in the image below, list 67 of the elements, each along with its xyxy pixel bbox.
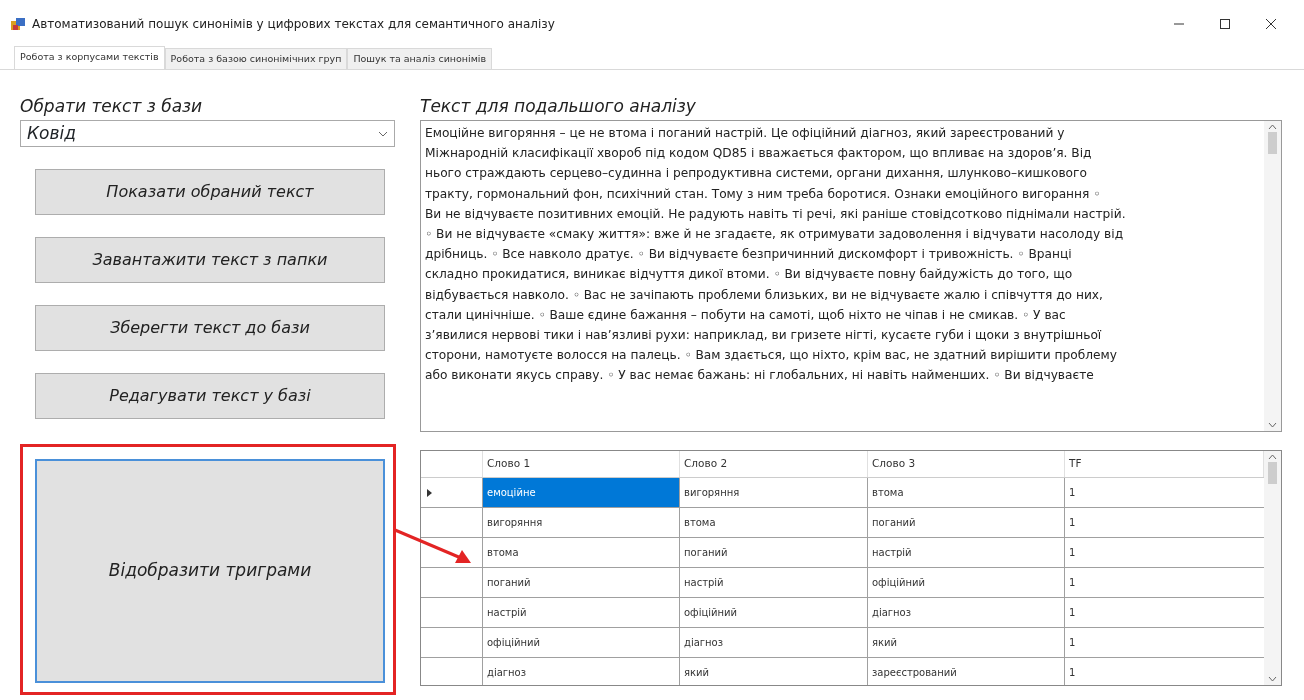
- text-line: нього страждають серцево–судинна і репродуктивна системи, органи дихання, шлунково–кишкового: [425, 165, 1088, 183]
- table-cell[interactable]: вигоряння: [483, 508, 680, 537]
- scroll-down-icon[interactable]: [1268, 422, 1277, 428]
- action-button[interactable]: Зберегти текст до бази: [35, 305, 385, 351]
- text-line: з’явилися нервові тики і нав’язливі рухи: наприклад, ви гризете нігті, кусаєте губи і щоки з внутрішньої: [425, 326, 1103, 344]
- action-button[interactable]: Показати обраний текст: [35, 169, 385, 215]
- tab[interactable]: Пошук та аналіз синонімів: [347, 47, 493, 69]
- table-cell[interactable]: діагноз: [868, 598, 1065, 627]
- tab[interactable]: Робота з базою синонімічних груп: [164, 47, 348, 69]
- text-line: ◦ Ви не відчуваєте «смаку життя»: вже й не згадаєте, як отримувати задоволення і відчувати насолоду від: [425, 225, 1125, 243]
- column-header[interactable]: Слово 3: [868, 451, 1065, 477]
- text-line: сторони, намотуєте волосся на палець. ◦ Вам здається, що ніхто, крім вас, не здатний вирішити проблему: [425, 347, 1118, 365]
- table-cell[interactable]: втома: [680, 508, 868, 537]
- table-cell[interactable]: вигоряння: [680, 478, 868, 507]
- maximize-icon: [1219, 18, 1231, 30]
- table-cell[interactable]: 1: [1065, 628, 1264, 657]
- table-cell[interactable]: емоційне: [483, 478, 680, 507]
- text-panel-label: Текст для подальшого аналізу: [420, 95, 697, 118]
- table-cell[interactable]: поганий: [483, 568, 680, 597]
- window-title: Автоматизований пошук синонімів у цифрових текстах для семантичного аналізу: [32, 16, 556, 33]
- chevron-down-icon: [378, 130, 388, 137]
- action-button[interactable]: Завантажити текст з папки: [35, 237, 385, 283]
- close-icon: [1265, 18, 1277, 30]
- scroll-down-icon[interactable]: [1268, 676, 1277, 682]
- table-cell[interactable]: діагноз: [680, 628, 868, 657]
- table-cell[interactable]: настрій: [483, 598, 680, 627]
- text-line: стали цинічніше. ◦ Ваше єдине бажання – побути на самоті, щоб ніхто не чіпав і не смикав. ◦ У вас: [425, 306, 1067, 324]
- table-cell[interactable]: поганий: [868, 508, 1065, 537]
- text-line: Міжнародній класифікації хвороб під кодом QD85 і вважається фактором, що впливає на здоров’я. Від: [425, 145, 1093, 163]
- field-label: Обрати текст з бази: [20, 95, 204, 118]
- table-cell[interactable]: зареєстрований: [868, 658, 1065, 685]
- table-cell[interactable]: який: [680, 658, 868, 685]
- table-cell[interactable]: втома: [868, 478, 1065, 507]
- table-cell[interactable]: 1: [1065, 538, 1264, 567]
- table-cell[interactable]: 1: [1065, 598, 1264, 627]
- scrollbar-thumb[interactable]: [1268, 462, 1277, 484]
- table-cell[interactable]: 1: [1065, 658, 1264, 685]
- text-dropdown[interactable]: Ковід: [20, 120, 395, 147]
- column-header[interactable]: Слово 1: [483, 451, 680, 477]
- table-cell[interactable]: офіційний: [680, 598, 868, 627]
- table-cell[interactable]: настрій: [680, 568, 868, 597]
- action-button[interactable]: Редагувати текст у базі: [35, 373, 385, 419]
- table-cell[interactable]: втома: [483, 538, 680, 567]
- text-line: тракту, гормональний фон, психічний стан. Тому з ним треба боротися. Ознаки емоційного вигорання ◦: [425, 185, 1102, 203]
- text-line: відбувається навколо. ◦ Вас не зачіпають проблеми близьких, ви не відчуваєте жалю і співчуття до них,: [425, 286, 1104, 304]
- tab[interactable]: Робота з корпусами текстів: [14, 45, 165, 69]
- table-cell[interactable]: офіційний: [483, 628, 680, 657]
- table-cell[interactable]: 1: [1065, 478, 1264, 507]
- scrollbar-thumb[interactable]: [1268, 132, 1277, 154]
- table-cell[interactable]: який: [868, 628, 1065, 657]
- text-line: Ви не відчуваєте позитивних емоцій. Не радують навіть ті речі, які раніше стовідсотково піднімали настрій.: [425, 205, 1127, 223]
- text-area[interactable]: [420, 120, 1282, 432]
- scroll-up-icon[interactable]: [1268, 454, 1277, 460]
- table-cell[interactable]: поганий: [680, 538, 868, 567]
- column-header[interactable]: Слово 2: [680, 451, 868, 477]
- table-cell[interactable]: настрій: [868, 538, 1065, 567]
- table-cell[interactable]: офіційний: [868, 568, 1065, 597]
- table-cell[interactable]: 1: [1065, 508, 1264, 537]
- text-line: складно прокидатися, виникає відчуття дикої втоми. ◦ Ви відчуваєте повну байдужість до того, що: [425, 266, 1074, 284]
- table-cell[interactable]: діагноз: [483, 658, 680, 685]
- show-trigrams-button[interactable]: Відобразити триграми: [35, 459, 385, 683]
- text-line: дрібниць. ◦ Все навколо дратує. ◦ Ви відчуваєте безпричинний дискомфорт і тривожність. ◦ Вранці: [425, 246, 1073, 264]
- scroll-up-icon[interactable]: [1268, 124, 1277, 130]
- text-line: Емоційне вигоряння – це не втома і поганий настрій. Це офіційний діагноз, який зареєстрований у: [425, 125, 1066, 142]
- app-icon: [10, 16, 26, 32]
- table-cell[interactable]: 1: [1065, 568, 1264, 597]
- text-line: або виконати якусь справу. ◦ У вас немає бажань: ні глобальних, ні навіть найменших. ◦ Ви відчуваєте: [425, 367, 1095, 385]
